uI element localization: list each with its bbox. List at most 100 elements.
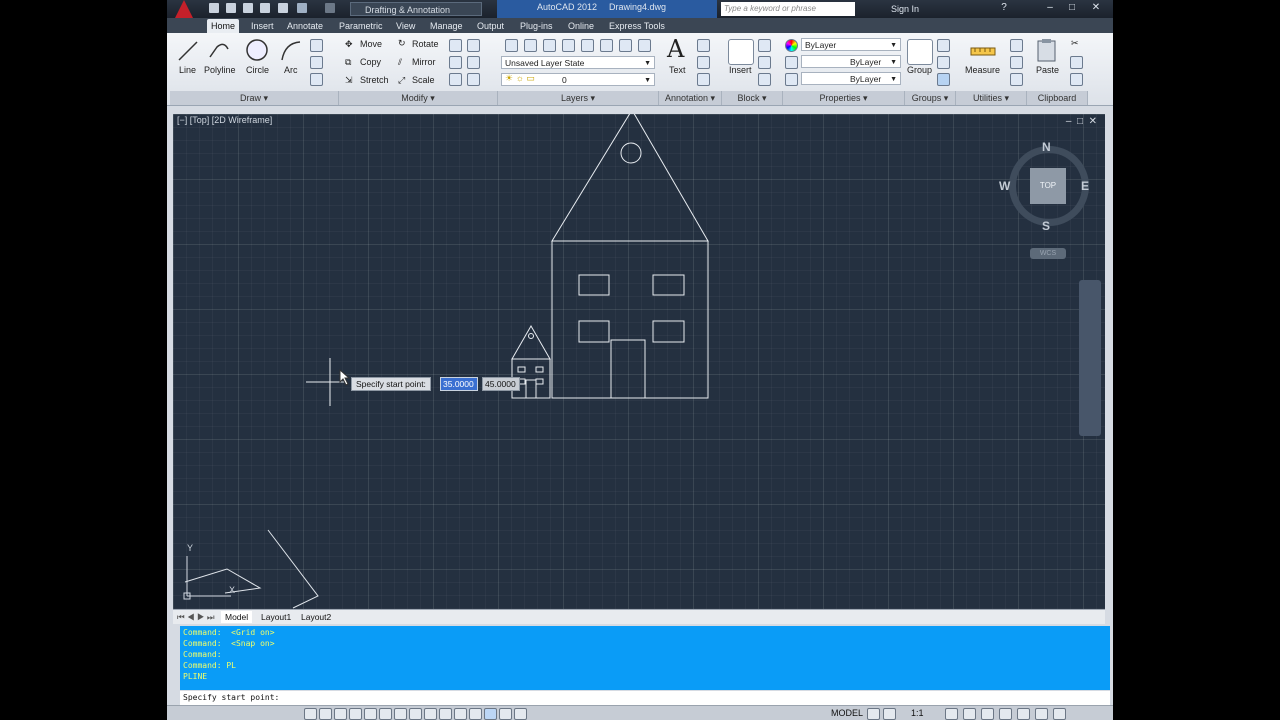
3d-osnap-icon[interactable] [379, 708, 392, 720]
erase-icon[interactable] [467, 39, 480, 52]
polar-tracking-icon[interactable] [349, 708, 362, 720]
transparency-icon[interactable] [454, 708, 467, 720]
annotation-monitor-icon[interactable] [499, 708, 512, 720]
grid-display-icon[interactable] [319, 708, 332, 720]
compass-west[interactable]: W [999, 179, 1010, 193]
layer-merge-icon[interactable] [638, 39, 651, 52]
workspace-switch-icon[interactable] [963, 708, 976, 720]
panel-draw[interactable]: Draw ▾ [170, 91, 339, 105]
layer-state-dropdown[interactable]: Unsaved Layer State ▼ [501, 56, 655, 69]
tab-plug-ins[interactable]: Plug-ins [520, 19, 553, 33]
panel-block[interactable]: Block ▾ [722, 91, 783, 105]
region-icon[interactable] [310, 73, 323, 86]
model-space-button[interactable]: MODEL [831, 707, 863, 720]
tab-output[interactable]: Output [477, 19, 504, 33]
save-icon[interactable] [243, 3, 253, 13]
tab-insert[interactable]: Insert [251, 19, 274, 33]
group-edit-icon[interactable] [937, 56, 950, 69]
quick-properties-icon[interactable] [469, 708, 482, 720]
select-all-icon[interactable] [1010, 56, 1023, 69]
sign-in-button[interactable]: Sign In [891, 0, 919, 18]
tab-home[interactable]: Home [207, 19, 240, 33]
lock-icon[interactable] [981, 708, 994, 720]
tab-layout1[interactable]: Layout1 [261, 611, 291, 623]
calculator-icon[interactable] [1010, 73, 1023, 86]
lineweight-dropdown[interactable]: ByLayer ▼ [801, 72, 901, 85]
tab-manage[interactable]: Manage [430, 19, 463, 33]
tab-layout2[interactable]: Layout2 [301, 611, 331, 623]
stretch-button[interactable]: Stretch [360, 75, 389, 85]
maximize-icon[interactable]: □ [1061, 0, 1083, 16]
tab-model[interactable]: Model [221, 611, 253, 623]
quick-select-icon[interactable] [1010, 39, 1023, 52]
match-properties-icon[interactable] [1070, 73, 1083, 86]
tab-online[interactable]: Online [568, 19, 594, 33]
insert-button[interactable]: Insert [729, 65, 752, 75]
offset-icon[interactable] [467, 73, 480, 86]
move-button[interactable]: Move [360, 39, 382, 49]
quick-view-drawings-icon[interactable] [883, 708, 896, 720]
wcs-menu[interactable]: WCS [1030, 248, 1066, 259]
paste-button[interactable]: Paste [1036, 65, 1059, 75]
lineweight-toggle-icon[interactable] [439, 708, 452, 720]
ortho-mode-icon[interactable] [334, 708, 347, 720]
text-button[interactable]: Text [669, 65, 686, 75]
scale-button[interactable]: Scale [412, 75, 435, 85]
navigation-bar[interactable] [1079, 280, 1101, 436]
drawing-canvas[interactable]: [−] [Top] [2D Wireframe] – □ ✕ Y X TOP N… [173, 114, 1105, 609]
ungroup-icon[interactable] [937, 39, 950, 52]
layer-freeze-icon[interactable] [562, 39, 575, 52]
panel-modify[interactable]: Modify ▾ [339, 91, 498, 105]
ducs-icon[interactable] [409, 708, 422, 720]
trim-icon[interactable] [449, 39, 462, 52]
fillet-icon[interactable] [449, 56, 462, 69]
object-snap-tracking-icon[interactable] [394, 708, 407, 720]
tab-annotate[interactable]: Annotate [287, 19, 323, 33]
copy-button[interactable]: Copy [360, 57, 381, 67]
dynamic-input-y[interactable]: 45.0000 [482, 377, 520, 391]
dimension-icon[interactable] [697, 39, 710, 52]
leader-icon[interactable] [697, 56, 710, 69]
panel-properties[interactable]: Properties ▾ [783, 91, 905, 105]
close-icon[interactable]: ✕ [1085, 0, 1107, 16]
color-dropdown[interactable]: ByLayer ▼ [801, 38, 901, 51]
dynamic-input-icon[interactable] [424, 708, 437, 720]
group-button[interactable]: Group [907, 65, 932, 75]
circle-button[interactable]: Circle [246, 65, 269, 75]
linetype-dropdown[interactable]: ByLayer ▼ [801, 55, 901, 68]
layer-walk-icon[interactable] [619, 39, 632, 52]
table-icon[interactable] [697, 73, 710, 86]
tab-view[interactable]: View [396, 19, 415, 33]
layer-properties-icon[interactable] [505, 39, 518, 52]
annotation-visibility-icon[interactable] [945, 708, 958, 720]
compass-east[interactable]: E [1081, 179, 1089, 193]
compass-north[interactable]: N [1042, 140, 1051, 154]
tab-express-tools[interactable]: Express Tools [609, 19, 665, 33]
rotate-button[interactable]: Rotate [412, 39, 439, 49]
block-attributes-icon[interactable] [758, 73, 771, 86]
tab-parametric[interactable]: Parametric [339, 19, 383, 33]
search-input[interactable]: Type a keyword or phrase [721, 2, 855, 16]
line-button[interactable]: Line [179, 65, 196, 75]
group-selection-icon[interactable] [937, 73, 950, 86]
hardware-acceleration-icon[interactable] [1017, 708, 1030, 720]
isolate-objects-icon[interactable] [999, 708, 1012, 720]
layer-lock-icon[interactable] [581, 39, 594, 52]
object-snap-icon[interactable] [364, 708, 377, 720]
help-icon[interactable]: ? [993, 0, 1015, 16]
viewcube-top[interactable]: TOP [1030, 168, 1066, 204]
command-line-input[interactable]: Specify start point: [180, 691, 1110, 705]
snap-mode-icon[interactable] [304, 708, 317, 720]
annotation-scale[interactable]: 1:1 [911, 707, 924, 720]
redo-icon[interactable] [325, 3, 335, 13]
panel-clipboard[interactable]: Clipboard [1027, 91, 1088, 105]
measure-button[interactable]: Measure [965, 65, 1000, 75]
mirror-button[interactable]: Mirror [412, 57, 436, 67]
hardware-icon[interactable] [514, 708, 527, 720]
undo-icon[interactable] [297, 3, 307, 13]
panel-layers[interactable]: Layers ▾ [498, 91, 659, 105]
tab-nav-arrows[interactable]: ⏮ ◀ ▶ ⏭ [177, 611, 215, 623]
status-menu-icon[interactable] [1035, 708, 1048, 720]
panel-utilities[interactable]: Utilities ▾ [956, 91, 1027, 105]
print-icon[interactable] [278, 3, 288, 13]
